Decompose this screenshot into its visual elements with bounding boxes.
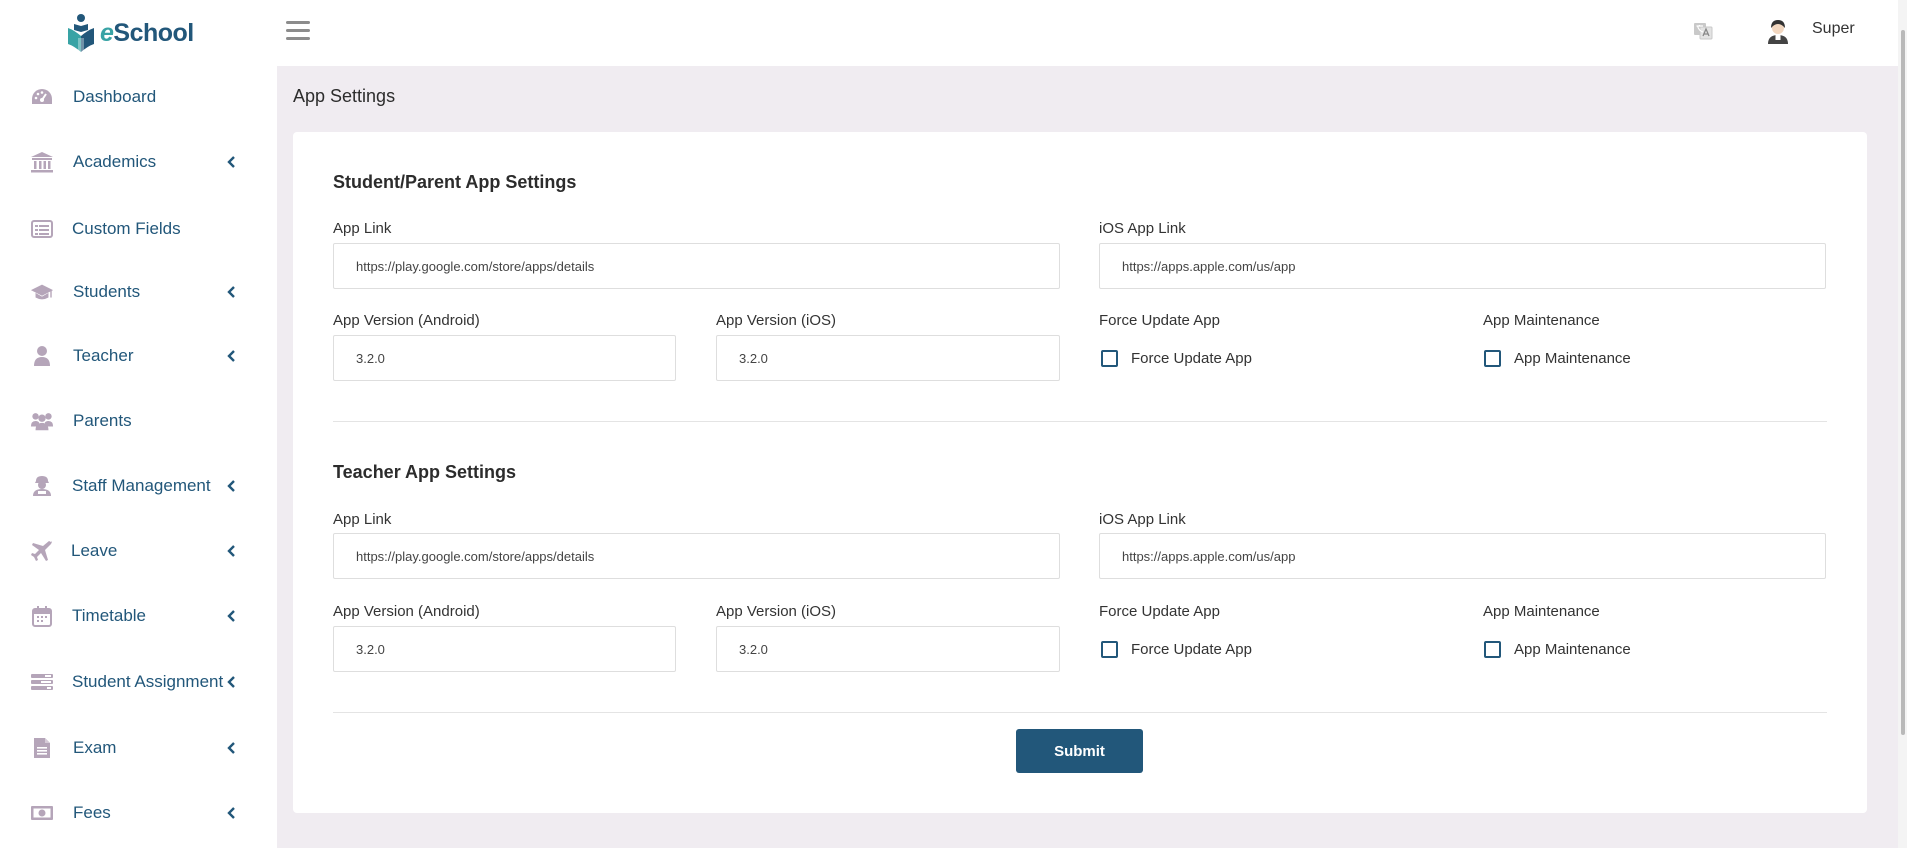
app-maintenance-label: App Maintenance <box>1483 312 1600 329</box>
dashboard-icon <box>30 85 54 109</box>
teacher-force-update-checkbox[interactable]: Force Update App <box>1101 641 1252 658</box>
checkbox-icon[interactable] <box>1101 350 1118 367</box>
sidebar-item-label: Parents <box>73 411 132 430</box>
chevron-left-icon <box>227 807 235 819</box>
force-update-label: Force Update App <box>1099 312 1220 329</box>
submit-button[interactable]: Submit <box>1016 729 1143 773</box>
teacher-ios-version-input[interactable] <box>716 626 1060 672</box>
user-icon <box>30 344 54 368</box>
sidebar-item-parents[interactable]: Parents <box>0 396 277 446</box>
sidebar-item-student-assignment[interactable]: Student Assignment <box>0 657 277 707</box>
chevron-left-icon <box>227 156 235 168</box>
section-divider <box>333 712 1827 713</box>
android-version-label: App Version (Android) <box>333 603 480 620</box>
sidebar-item-timetable[interactable]: Timetable <box>0 591 277 641</box>
student-app-link-input[interactable] <box>333 243 1060 289</box>
list-icon <box>30 217 54 241</box>
teacher-app-maintenance-checkbox[interactable]: App Maintenance <box>1484 641 1631 658</box>
chevron-left-icon <box>227 286 235 298</box>
topbar: Super <box>277 0 1907 66</box>
student-app-maintenance-checkbox[interactable]: App Maintenance <box>1484 350 1631 367</box>
ios-version-label: App Version (iOS) <box>716 603 837 620</box>
teacher-ios-app-link-input[interactable] <box>1099 533 1826 579</box>
android-version-label: App Version (Android) <box>333 312 480 329</box>
app-maintenance-label: App Maintenance <box>1483 603 1600 620</box>
user-name[interactable]: Super <box>1812 20 1855 38</box>
chevron-left-icon <box>227 350 235 362</box>
ios-version-label: App Version (iOS) <box>716 312 837 329</box>
scrollbar-thumb[interactable] <box>1901 30 1905 735</box>
checkbox-label: Force Update App <box>1131 641 1252 658</box>
app-settings-card: Student/Parent App Settings App Link iOS… <box>293 132 1867 813</box>
checkbox-icon[interactable] <box>1484 350 1501 367</box>
sidebar: eSchool Dashboard Academics Custom Field… <box>0 0 277 848</box>
sidebar-item-label: Fees <box>73 803 111 822</box>
sidebar-item-label: Leave <box>71 541 118 560</box>
graduation-cap-icon <box>30 280 54 304</box>
institution-icon <box>30 150 54 174</box>
tasks-icon <box>30 670 54 694</box>
section-title-teacher: Teacher App Settings <box>333 462 517 482</box>
page-title: App Settings <box>293 86 396 106</box>
avatar[interactable] <box>1765 18 1791 44</box>
logo-icon <box>68 14 94 52</box>
calendar-icon <box>30 604 54 628</box>
sidebar-item-label: Dashboard <box>73 87 157 106</box>
users-icon <box>30 409 54 433</box>
teacher-android-version-input[interactable] <box>333 626 676 672</box>
sidebar-item-label: Custom Fields <box>72 219 181 238</box>
chevron-left-icon <box>227 545 235 557</box>
student-android-version-input[interactable] <box>333 335 676 381</box>
logo[interactable]: eSchool <box>64 12 194 54</box>
language-icon[interactable] <box>1693 21 1713 41</box>
sidebar-item-fees[interactable]: Fees <box>0 788 277 838</box>
menu-toggle-icon[interactable] <box>286 21 310 43</box>
checkbox-icon[interactable] <box>1101 641 1118 658</box>
checkbox-label: Force Update App <box>1131 350 1252 367</box>
checkbox-label: App Maintenance <box>1514 350 1631 367</box>
student-force-update-checkbox[interactable]: Force Update App <box>1101 350 1252 367</box>
sidebar-item-label: Exam <box>73 738 117 757</box>
plane-icon <box>30 539 54 563</box>
sidebar-item-custom-fields[interactable]: Custom Fields <box>0 204 277 254</box>
chevron-left-icon <box>227 610 235 622</box>
student-ios-version-input[interactable] <box>716 335 1060 381</box>
checkbox-label: App Maintenance <box>1514 641 1631 658</box>
ios-app-link-label: iOS App Link <box>1099 220 1186 237</box>
sidebar-item-label: Staff Management <box>72 476 211 495</box>
sidebar-item-teacher[interactable]: Teacher <box>0 331 277 381</box>
ios-app-link-label: iOS App Link <box>1099 511 1186 528</box>
logo-text-prefix: e <box>100 18 114 47</box>
app-link-label: App Link <box>333 220 392 237</box>
user-secret-icon <box>30 474 54 498</box>
file-icon <box>30 736 54 760</box>
section-divider <box>333 421 1827 422</box>
logo-text: eSchool <box>100 19 194 48</box>
chevron-left-icon <box>227 480 235 492</box>
sidebar-item-label: Teacher <box>73 346 134 365</box>
force-update-label: Force Update App <box>1099 603 1220 620</box>
checkbox-icon[interactable] <box>1484 641 1501 658</box>
sidebar-item-label: Students <box>73 282 141 301</box>
sidebar-item-dashboard[interactable]: Dashboard <box>0 72 277 122</box>
sidebar-item-students[interactable]: Students <box>0 267 277 317</box>
chevron-left-icon <box>227 742 235 754</box>
student-ios-app-link-input[interactable] <box>1099 243 1826 289</box>
logo-text-rest: School <box>113 18 194 47</box>
money-icon <box>30 801 54 825</box>
chevron-left-icon <box>227 676 235 688</box>
sidebar-item-label: Academics <box>73 152 157 171</box>
sidebar-item-label: Student Assignment <box>72 672 224 691</box>
sidebar-item-exam[interactable]: Exam <box>0 723 277 773</box>
sidebar-item-staff-management[interactable]: Staff Management <box>0 461 277 511</box>
section-title-student-parent: Student/Parent App Settings <box>333 172 577 192</box>
teacher-app-link-input[interactable] <box>333 533 1060 579</box>
sidebar-item-academics[interactable]: Academics <box>0 137 277 187</box>
sidebar-item-leave[interactable]: Leave <box>0 526 277 576</box>
sidebar-item-label: Timetable <box>72 606 147 625</box>
app-link-label: App Link <box>333 511 392 528</box>
